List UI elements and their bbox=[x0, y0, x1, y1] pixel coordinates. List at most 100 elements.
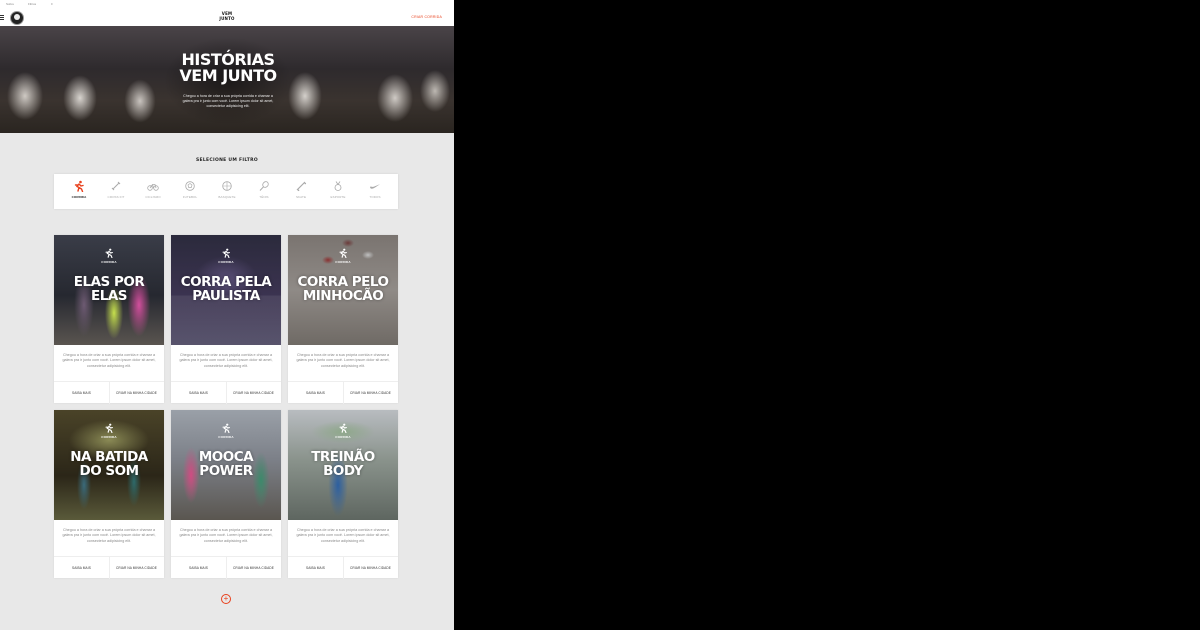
create-in-city-button[interactable]: CRIAR NA MINHA CIDADE bbox=[343, 382, 398, 404]
card-title: MOOCA POWER bbox=[175, 450, 277, 478]
learn-more-button[interactable]: SAIBA MAIS bbox=[288, 557, 344, 579]
card-title-line: BODY bbox=[323, 463, 363, 479]
story-card: CORRIDA CORRA PELA PAULISTA Chegou a hor… bbox=[171, 235, 281, 404]
card-title-line: CORRA PELO bbox=[297, 274, 389, 290]
avatar[interactable] bbox=[10, 11, 24, 25]
create-run-link[interactable]: CRIAR CORRIDA bbox=[411, 15, 442, 19]
card-description: Chegou a hora de criar a sua própria cor… bbox=[62, 528, 156, 543]
runner-icon bbox=[105, 248, 113, 258]
filter-ciclismo[interactable]: CICLISMO bbox=[135, 180, 171, 199]
runner-icon bbox=[105, 423, 113, 433]
hero-description: Chegou a hora de criar a sua própria cor… bbox=[182, 94, 274, 108]
brand-line: JUNTO bbox=[219, 15, 235, 21]
card-category: CORRIDA bbox=[218, 260, 234, 264]
card-image[interactable]: CORRIDA NA BATIDA DO SOM bbox=[54, 410, 164, 520]
card-title: NA BATIDA DO SOM bbox=[58, 450, 160, 478]
bicycle-icon bbox=[147, 184, 159, 191]
filter-label: BASQUETE bbox=[218, 195, 236, 199]
brand-logo[interactable]: VEM JUNTO bbox=[212, 11, 242, 21]
page: Sobre Filtros ≡ VEM JUNTO CRIAR CORRIDA … bbox=[0, 0, 454, 630]
card-actions: SAIBA MAIS CRIAR NA MINHA CIDADE bbox=[54, 381, 164, 404]
card-image[interactable]: CORRIDA MOOCA POWER bbox=[171, 410, 281, 520]
hero-title: HISTÓRIAS VEM JUNTO bbox=[170, 52, 286, 84]
create-in-city-button[interactable]: CRIAR NA MINHA CIDADE bbox=[226, 557, 281, 579]
card-title-line: TREINÃO bbox=[311, 449, 375, 465]
card-image[interactable]: CORRIDA ELAS POR ELAS bbox=[54, 235, 164, 345]
create-in-city-button[interactable]: CRIAR NA MINHA CIDADE bbox=[343, 557, 398, 579]
card-title-line: NA BATIDA bbox=[70, 449, 148, 465]
card-title-line: PAULISTA bbox=[192, 288, 260, 304]
runner-icon bbox=[339, 423, 347, 433]
hero-banner: HISTÓRIAS VEM JUNTO Chegou a hora de cri… bbox=[0, 26, 454, 133]
filter-label: CICLISMO bbox=[145, 195, 161, 199]
filter-tenis[interactable]: TÊNIS bbox=[246, 180, 282, 199]
story-card: CORRIDA ELAS POR ELAS Chegou a hora de c… bbox=[54, 235, 164, 404]
learn-more-button[interactable]: SAIBA MAIS bbox=[288, 382, 344, 404]
filter-corrida[interactable]: CORRIDA bbox=[61, 180, 97, 199]
card-category: CORRIDA bbox=[218, 435, 234, 439]
filter-label: FUTEBOL bbox=[182, 195, 198, 199]
create-in-city-button[interactable]: CRIAR NA MINHA CIDADE bbox=[226, 382, 281, 404]
story-card: CORRIDA NA BATIDA DO SOM Chegou a hora d… bbox=[54, 410, 164, 579]
crossfit-icon bbox=[111, 181, 121, 191]
hero-title-line: VEM JUNTO bbox=[179, 66, 277, 85]
card-image[interactable]: CORRIDA TREINÃO BODY bbox=[288, 410, 398, 520]
card-actions: SAIBA MAIS CRIAR NA MINHA CIDADE bbox=[54, 556, 164, 579]
runner-icon bbox=[222, 423, 230, 433]
learn-more-button[interactable]: SAIBA MAIS bbox=[54, 557, 110, 579]
create-in-city-button[interactable]: CRIAR NA MINHA CIDADE bbox=[109, 557, 164, 579]
learn-more-button[interactable]: SAIBA MAIS bbox=[54, 382, 110, 404]
card-title: TREINÃO BODY bbox=[292, 450, 394, 478]
card-description: Chegou a hora de criar a sua própria cor… bbox=[296, 353, 390, 368]
soccer-ball-icon bbox=[185, 181, 195, 191]
load-more-button[interactable]: + bbox=[221, 594, 231, 604]
learn-more-button[interactable]: SAIBA MAIS bbox=[171, 557, 227, 579]
filter-crossfit[interactable]: CROSS FIT bbox=[98, 180, 134, 199]
filter-label: TODOS bbox=[369, 195, 381, 199]
card-category: CORRIDA bbox=[335, 260, 351, 264]
create-in-city-button[interactable]: CRIAR NA MINHA CIDADE bbox=[109, 382, 164, 404]
filter-futebol[interactable]: FUTEBOL bbox=[172, 180, 208, 199]
topbar-item[interactable]: Filtros bbox=[28, 2, 36, 6]
menu-icon[interactable] bbox=[0, 15, 4, 20]
story-card: CORRIDA TREINÃO BODY Chegou a hora de cr… bbox=[288, 410, 398, 579]
learn-more-button[interactable]: SAIBA MAIS bbox=[171, 382, 227, 404]
filter-label: CROSS FIT bbox=[107, 195, 125, 199]
filter-esporte[interactable]: ESPORTE bbox=[320, 180, 356, 199]
story-card: CORRIDA CORRA PELO MINHOCÃO Chegou a hor… bbox=[288, 235, 398, 404]
card-description: Chegou a hora de criar a sua própria cor… bbox=[62, 353, 156, 368]
tennis-racket-icon bbox=[259, 181, 269, 191]
card-actions: SAIBA MAIS CRIAR NA MINHA CIDADE bbox=[171, 556, 281, 579]
card-category: CORRIDA bbox=[101, 435, 117, 439]
card-title-line: DO SOM bbox=[79, 463, 139, 479]
card-title-line: ELAS bbox=[91, 288, 128, 304]
card-title-line: MOOCA bbox=[198, 449, 254, 465]
medal-icon bbox=[334, 181, 342, 191]
runner-icon bbox=[222, 248, 230, 258]
filter-basquete[interactable]: BASQUETE bbox=[209, 180, 245, 199]
card-image[interactable]: CORRIDA CORRA PELO MINHOCÃO bbox=[288, 235, 398, 345]
card-title-line: MINHOCÃO bbox=[302, 288, 384, 304]
filter-label: CORRIDA bbox=[71, 195, 87, 199]
filter-bar: CORRIDA CROSS FIT CICLISMO FUTEBOL BASQU… bbox=[54, 174, 398, 209]
card-description: Chegou a hora de criar a sua própria cor… bbox=[179, 528, 273, 543]
card-description: Chegou a hora de criar a sua própria cor… bbox=[179, 353, 273, 368]
card-title: CORRA PELO MINHOCÃO bbox=[292, 275, 394, 303]
card-image[interactable]: CORRIDA CORRA PELA PAULISTA bbox=[171, 235, 281, 345]
site-header: VEM JUNTO CRIAR CORRIDA bbox=[0, 8, 454, 27]
filter-todos[interactable]: TODOS bbox=[357, 180, 393, 199]
topbar-item[interactable]: Sobre bbox=[6, 2, 14, 6]
card-category: CORRIDA bbox=[335, 435, 351, 439]
card-description: Chegou a hora de criar a sua própria cor… bbox=[296, 528, 390, 543]
filter-label: ESPORTE bbox=[330, 195, 346, 199]
basketball-icon bbox=[222, 181, 232, 191]
card-actions: SAIBA MAIS CRIAR NA MINHA CIDADE bbox=[288, 556, 398, 579]
filter-skate[interactable]: SKATE bbox=[283, 180, 319, 199]
story-card: CORRIDA MOOCA POWER Chegou a hora de cri… bbox=[171, 410, 281, 579]
topbar-item[interactable]: ≡ bbox=[51, 2, 53, 6]
card-title-line: POWER bbox=[199, 463, 253, 479]
swoosh-icon bbox=[370, 184, 380, 189]
card-category: CORRIDA bbox=[101, 260, 117, 264]
card-title: CORRA PELA PAULISTA bbox=[175, 275, 277, 303]
skateboard-icon bbox=[296, 181, 307, 192]
